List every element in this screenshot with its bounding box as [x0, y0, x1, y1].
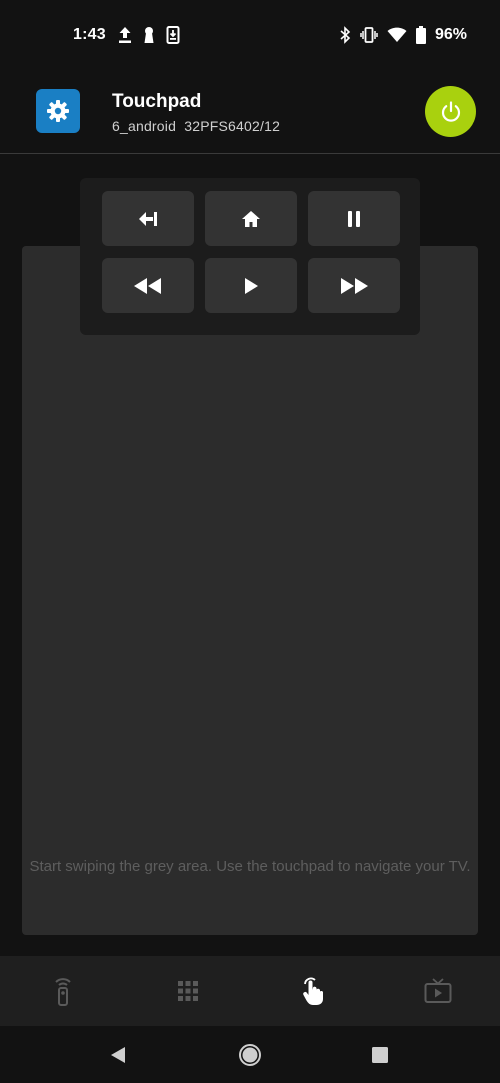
home-circle-icon [238, 1043, 262, 1067]
remote-icon [51, 976, 75, 1006]
nav-back-button[interactable] [103, 1040, 133, 1070]
back-button[interactable] [102, 191, 194, 246]
tv-icon [424, 978, 452, 1004]
status-bar: 1:43 96% [0, 0, 500, 70]
bottom-tab-bar [0, 956, 500, 1026]
nav-home-button[interactable] [235, 1040, 265, 1070]
settings-button[interactable] [36, 89, 80, 133]
battery-icon [415, 26, 426, 44]
download-box-icon [166, 26, 180, 44]
play-icon [243, 277, 259, 295]
home-button[interactable] [205, 191, 297, 246]
wifi-icon [387, 27, 407, 43]
recents-square-icon [370, 1045, 390, 1065]
home-icon [241, 210, 261, 228]
page-title: Touchpad [112, 91, 202, 112]
vibrate-icon [360, 26, 378, 44]
status-time: 1:43 [73, 26, 106, 43]
status-notification-icons [118, 24, 180, 46]
tab-tv-guide[interactable] [375, 956, 500, 1026]
keypad-grid-icon [177, 980, 199, 1002]
keyhole-icon [142, 26, 156, 44]
rewind-button[interactable] [102, 258, 194, 313]
back-icon [138, 210, 158, 228]
touch-icon [301, 976, 325, 1006]
rewind-icon [133, 277, 163, 295]
media-control-panel [80, 178, 420, 335]
tab-touchpad[interactable] [250, 956, 375, 1026]
touchpad-area[interactable] [22, 246, 478, 935]
play-button[interactable] [205, 258, 297, 313]
bluetooth-icon [339, 26, 351, 44]
app-header: Touchpad 6_android 32PFS6402/12 [0, 70, 500, 154]
fast-forward-icon [339, 277, 369, 295]
gear-icon [46, 99, 70, 123]
upload-icon [118, 26, 132, 44]
power-button[interactable] [425, 86, 476, 137]
power-icon [439, 100, 463, 124]
touchpad-hint: Start swiping the grey area. Use the tou… [29, 858, 471, 875]
fast-forward-button[interactable] [308, 258, 400, 313]
device-name: 6_android 32PFS6402/12 [112, 118, 281, 134]
system-nav-bar [0, 1026, 500, 1083]
tab-numpad[interactable] [125, 956, 250, 1026]
pause-button[interactable] [308, 191, 400, 246]
status-system-icons: 96% [339, 24, 467, 46]
nav-recents-button[interactable] [365, 1040, 395, 1070]
battery-percentage: 96% [434, 26, 467, 43]
back-triangle-icon [108, 1045, 128, 1065]
pause-icon [346, 210, 362, 228]
tab-remote[interactable] [0, 956, 125, 1026]
